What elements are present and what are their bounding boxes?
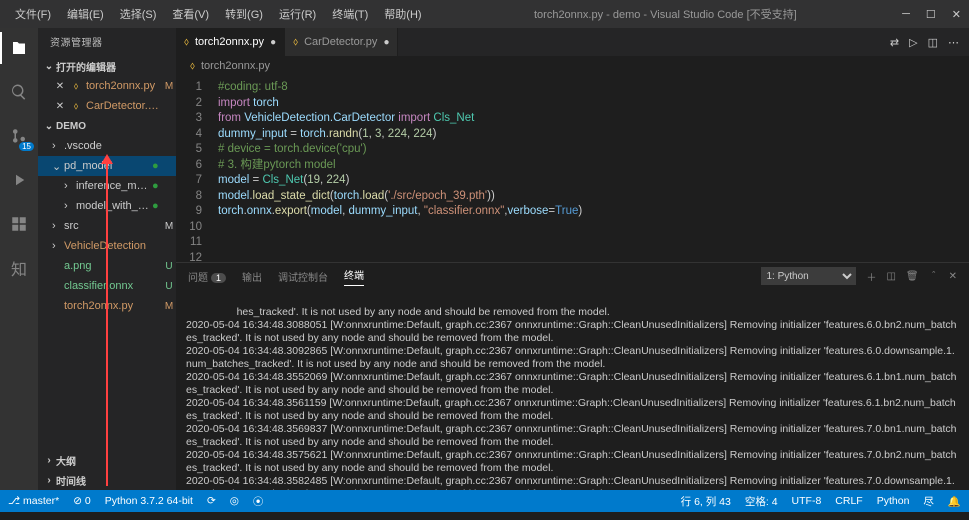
scm-badge: 15 (19, 142, 34, 151)
terminal-output[interactable]: hes_tracked'. It is not used by any node… (176, 289, 969, 490)
tree-row[interactable]: ›srcM (38, 216, 176, 236)
debug-icon[interactable] (7, 168, 31, 192)
zhi-icon[interactable]: 知 (7, 256, 31, 280)
open-editors-head[interactable]: ⌄打开的编辑器 (38, 56, 176, 76)
menu-item[interactable]: 帮助(H) (377, 2, 428, 26)
python-icon: ⬨ (68, 101, 84, 112)
code-lines[interactable]: #coding: utf-8import torchfrom VehicleDe… (212, 76, 969, 262)
menu-item[interactable]: 转到(G) (218, 2, 270, 26)
tab-problems[interactable]: 问题1 (188, 269, 226, 284)
live-icon[interactable]: ⦿ (253, 494, 264, 509)
tree-row[interactable]: torch2onnx.pyM (38, 296, 176, 316)
split-icon[interactable]: ◫ (928, 36, 938, 49)
python-icon: ⬨ (68, 81, 84, 92)
editor-area: ⬨torch2onnx.py●⬨CarDetector.py● ⇄ ▷ ◫ ⋯ … (176, 28, 969, 490)
window-title: torch2onnx.py - demo - Visual Studio Cod… (429, 6, 903, 22)
menu-bar: 文件(F)编辑(E)选择(S)查看(V)转到(G)运行(R)终端(T)帮助(H) (8, 2, 429, 26)
branch-status[interactable]: ⎇ master* (8, 495, 59, 507)
run-icon[interactable]: ▷ (909, 36, 917, 49)
modified-dot: ● (383, 37, 389, 48)
kill-terminal-icon[interactable]: 🗑 (906, 271, 919, 282)
cursor-pos[interactable]: 行 6, 列 43 (681, 494, 731, 509)
more-icon[interactable]: ⋯ (948, 36, 959, 49)
close-button[interactable]: ✕ (952, 8, 961, 21)
status-bar: ⎇ master* ⊘ 0 Python 3.7.2 64-bit ⟳ ◎ ⦿ … (0, 490, 969, 512)
open-editor-item[interactable]: ✕⬨torch2onnx.pyM (38, 76, 176, 96)
sidebar: 资源管理器 ⌄打开的编辑器 ✕⬨torch2onnx.pyM✕⬨CarDetec… (38, 28, 176, 490)
scm-icon[interactable]: 15 (7, 124, 31, 148)
menu-item[interactable]: 编辑(E) (60, 2, 111, 26)
editor-tab[interactable]: ⬨CarDetector.py● (285, 28, 398, 56)
panel-tabs: 问题1 输出 调试控制台 终端 1: Python ＋ ◫ 🗑 ＾ ✕ (176, 263, 969, 289)
editor-tabs: ⬨torch2onnx.py●⬨CarDetector.py● ⇄ ▷ ◫ ⋯ (176, 28, 969, 56)
jupyter-icon[interactable]: ◎ (230, 495, 239, 507)
python-env[interactable]: Python 3.7.2 64-bit (105, 495, 193, 507)
editor-tab[interactable]: ⬨torch2onnx.py● (176, 28, 285, 56)
sync-status[interactable]: ⊘ 0 (73, 495, 91, 507)
spaces-status[interactable]: 空格: 4 (745, 494, 778, 509)
tree-row[interactable]: ›VehicleDetection (38, 236, 176, 256)
menu-item[interactable]: 查看(V) (165, 2, 216, 26)
tab-output[interactable]: 输出 (242, 269, 262, 284)
activity-bar: 15 知 (0, 28, 38, 490)
tab-terminal[interactable]: 终端 (344, 267, 364, 286)
new-terminal-icon[interactable]: ＋ (866, 269, 876, 284)
close-panel-icon[interactable]: ✕ (949, 271, 957, 282)
tree-row[interactable]: ›inference_model● (38, 176, 176, 196)
minimize-button[interactable]: ─ (902, 8, 910, 21)
open-editor-item[interactable]: ✕⬨CarDetector.py Vehicl... 1, M (38, 96, 176, 116)
close-icon[interactable]: ✕ (52, 81, 68, 92)
menu-item[interactable]: 终端(T) (325, 2, 375, 26)
tab-debug[interactable]: 调试控制台 (278, 269, 328, 284)
maximize-panel-icon[interactable]: ＾ (929, 269, 939, 284)
analysis-icon[interactable]: ⟳ (207, 495, 216, 507)
tree-row[interactable]: ›model_with_code● (38, 196, 176, 216)
outline-head[interactable]: ›大纲 (38, 450, 176, 470)
bell-icon[interactable]: 🔔 (948, 495, 961, 508)
modified-dot: ● (270, 37, 276, 48)
feedback-icon[interactable]: 尽 (923, 494, 934, 509)
tree-row[interactable]: ⌄pd_model● (38, 156, 176, 176)
sidebar-title: 资源管理器 (38, 28, 176, 56)
close-icon[interactable]: ✕ (52, 101, 68, 112)
split-terminal-icon[interactable]: ◫ (886, 271, 895, 282)
tree-row[interactable]: ›.vscode (38, 136, 176, 156)
timeline-head[interactable]: ›时间线 (38, 470, 176, 490)
tree-row[interactable]: a.pngU (38, 256, 176, 276)
line-gutter: 123456789101112131415 (176, 76, 212, 262)
titlebar: 文件(F)编辑(E)选择(S)查看(V)转到(G)运行(R)终端(T)帮助(H)… (0, 0, 969, 28)
python-icon: ⬨ (184, 36, 189, 49)
breadcrumb[interactable]: ⬨ torch2onnx.py (176, 56, 969, 76)
menu-item[interactable]: 选择(S) (113, 2, 164, 26)
compare-icon[interactable]: ⇄ (890, 36, 899, 49)
extensions-icon[interactable] (7, 212, 31, 236)
tab-actions: ⇄ ▷ ◫ ⋯ (890, 36, 969, 49)
terminal-selector[interactable]: 1: Python (761, 267, 856, 285)
menu-item[interactable]: 运行(R) (272, 2, 323, 26)
menu-item[interactable]: 文件(F) (8, 2, 58, 26)
maximize-button[interactable]: ☐ (926, 8, 936, 21)
lang-status[interactable]: Python (877, 495, 910, 507)
explorer-icon[interactable] (7, 36, 31, 60)
window-controls: ─ ☐ ✕ (902, 8, 961, 21)
python-icon: ⬨ (293, 36, 298, 49)
demo-head[interactable]: ⌄DEMO (38, 116, 176, 136)
panel: 问题1 输出 调试控制台 终端 1: Python ＋ ◫ 🗑 ＾ ✕ hes_… (176, 262, 969, 490)
encoding-status[interactable]: UTF-8 (792, 495, 822, 507)
code-editor[interactable]: 123456789101112131415 #coding: utf-8impo… (176, 76, 969, 262)
tree-row[interactable]: classifier.onnxU (38, 276, 176, 296)
python-icon: ⬨ (190, 60, 195, 73)
eol-status[interactable]: CRLF (835, 495, 862, 507)
search-icon[interactable] (7, 80, 31, 104)
